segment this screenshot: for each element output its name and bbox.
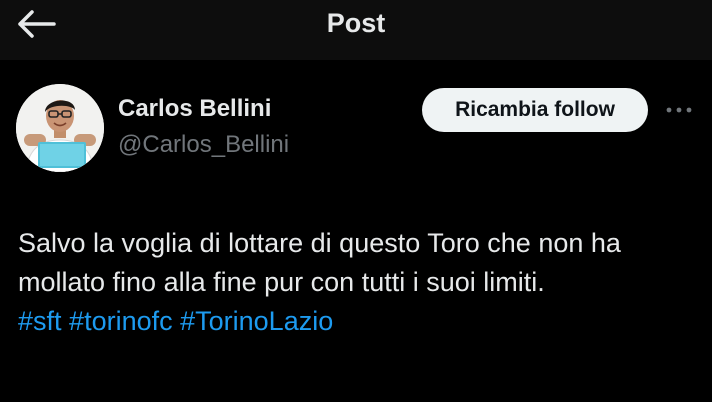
hashtag-link[interactable]: #sft [18,306,62,336]
post-text: Salvo la voglia di lottare di questo Tor… [18,228,621,297]
more-options-button[interactable] [664,96,694,124]
avatar[interactable] [16,84,104,172]
author-handle[interactable]: @Carlos_Bellini [118,130,289,160]
follow-back-button[interactable]: Ricambia follow [422,88,648,132]
avatar-photo [16,84,104,172]
author-name[interactable]: Carlos Bellini [118,94,271,124]
hashtag-list: #sft #torinofc #TorinoLazio [18,302,698,341]
hashtag-link[interactable]: #TorinoLazio [180,306,333,336]
top-bar: Post [0,0,712,60]
more-horizontal-icon [666,107,692,113]
post-body: Salvo la voglia di lottare di questo Tor… [18,224,698,341]
hashtag-link[interactable]: #torinofc [69,306,173,336]
page-title: Post [326,8,386,38]
